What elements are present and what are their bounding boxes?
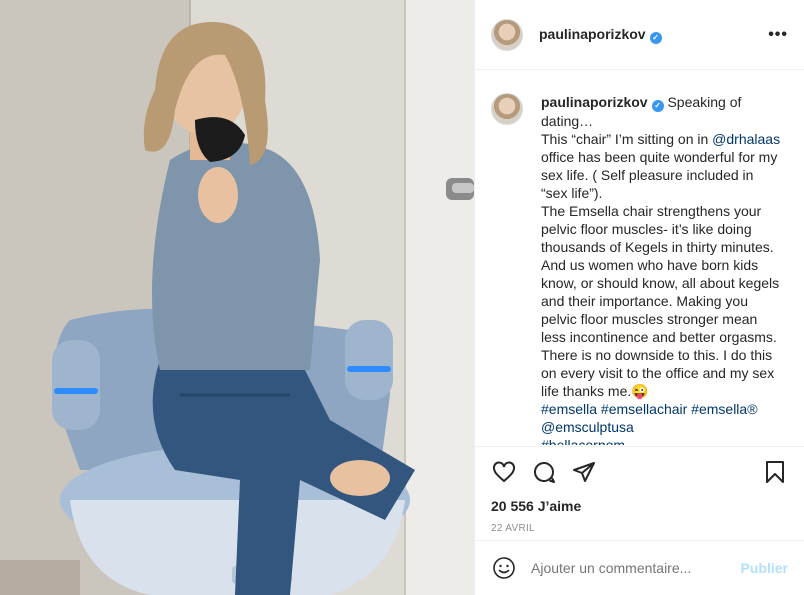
username-text: paulinaporizkov [539, 25, 646, 42]
post-actions: 20 556 J’aime 22 avril [475, 446, 804, 534]
verified-badge-icon: ✓ [649, 31, 662, 44]
caption-row: paulinaporizkov ✓ Speaking of dating… Thi… [491, 93, 788, 445]
username-link[interactable]: paulinaporizkov ✓ [539, 26, 662, 44]
photo-illustration [0, 0, 474, 595]
avatar[interactable] [491, 18, 523, 51]
action-icons [491, 457, 788, 487]
verified-badge-icon: ✓ [651, 100, 664, 112]
publish-button[interactable]: Publier [741, 560, 788, 576]
comment-bar: Publier [475, 540, 804, 595]
hashtag-link[interactable]: #bellacorpom [541, 436, 781, 445]
post-details-panel: paulinaporizkov ✓ ••• paulinaporizkov ✓ Sp… [474, 0, 804, 595]
post-header: paulinaporizkov ✓ ••• [475, 0, 804, 70]
caption-line-2: This “chair” I’m sitting on in [541, 131, 713, 147]
caption-avatar[interactable] [491, 93, 523, 125]
more-options-icon[interactable]: ••• [768, 26, 788, 44]
hashtags-link[interactable]: #emsella #emsellachair #emsella® @emscul… [541, 400, 781, 436]
bookmark-icon[interactable] [762, 459, 788, 485]
post-photo[interactable] [0, 0, 474, 595]
caption-text: paulinaporizkov ✓ Speaking of dating… Thi… [541, 93, 781, 445]
likes-count[interactable]: 20 556 J’aime [491, 498, 788, 514]
post-date[interactable]: 22 avril [491, 523, 788, 534]
heart-icon[interactable] [491, 459, 517, 485]
caption-line-3: office has been quite wonderful for my s… [541, 149, 778, 201]
mention-link[interactable]: @drhalaas [712, 131, 780, 147]
comment-icon[interactable] [531, 459, 557, 485]
caption-username[interactable]: paulinaporizkov [541, 94, 648, 110]
caption-body: The Emsella chair strengthens your pelvi… [541, 203, 780, 399]
caption-scroll-area[interactable]: paulinaporizkov ✓ Speaking of dating… Thi… [475, 71, 804, 445]
emoji-icon[interactable] [491, 555, 517, 581]
comment-input[interactable] [531, 560, 731, 576]
share-icon[interactable] [571, 459, 597, 485]
